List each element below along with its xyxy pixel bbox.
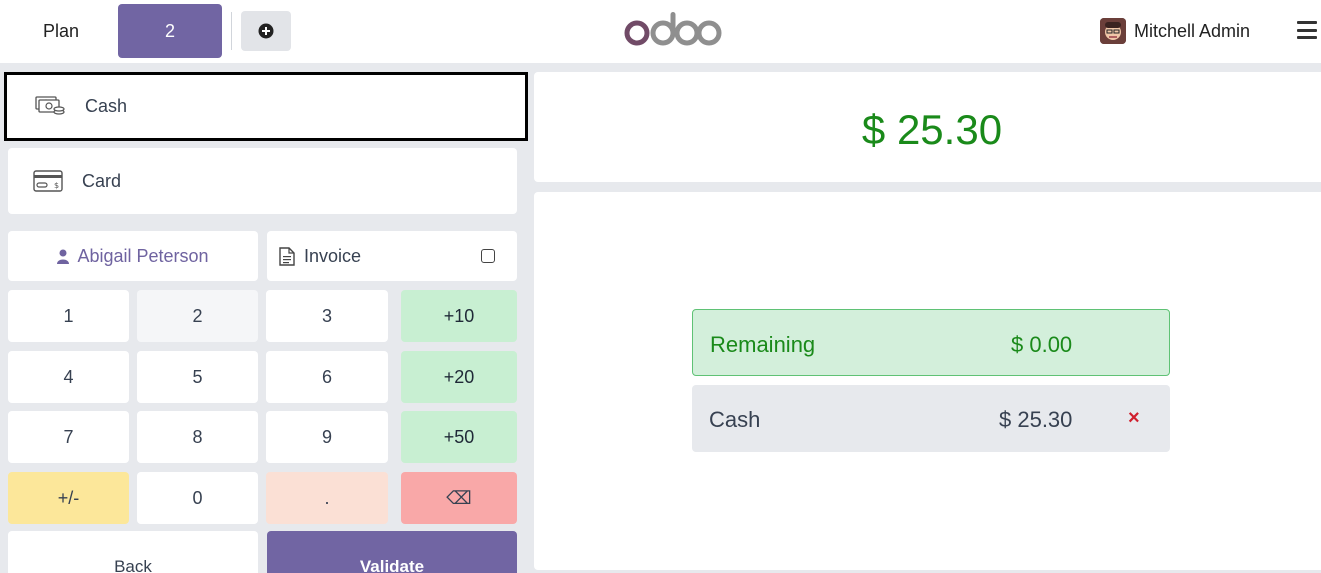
payment-method-card[interactable]: $ Card: [8, 148, 517, 214]
card-icon: $: [33, 170, 63, 192]
customer-name: Abigail Peterson: [77, 245, 209, 266]
remaining-row: Remaining $ 0.00: [692, 309, 1170, 376]
customer-button[interactable]: Abigail Peterson: [8, 231, 258, 281]
payment-method-label: Card: [82, 170, 122, 191]
remaining-value: $ 0.00: [1011, 332, 1073, 357]
user-icon: [57, 249, 70, 264]
numpad-key-6[interactable]: 6: [266, 351, 388, 403]
document-icon: [279, 247, 295, 266]
numpad-key-3[interactable]: 3: [266, 290, 388, 342]
plus-circle-icon: [258, 23, 274, 39]
remaining-label: Remaining: [710, 332, 816, 357]
numpad-key-4[interactable]: 4: [8, 351, 129, 403]
tab-divider: [231, 12, 232, 50]
numpad-key-plus-10[interactable]: +10: [401, 290, 517, 342]
numpad-key-plus-50[interactable]: +50: [401, 411, 517, 463]
backspace-icon[interactable]: ⌫: [401, 472, 517, 524]
numpad-key-8[interactable]: 8: [137, 411, 258, 463]
invoice-checkbox[interactable]: [481, 249, 495, 263]
numpad-key-9[interactable]: 9: [266, 411, 388, 463]
numpad-key-7[interactable]: 7: [8, 411, 129, 463]
payment-method-label: Cash: [85, 96, 128, 116]
payment-lines-panel: [534, 192, 1321, 570]
user-name: Mitchell Admin: [1134, 20, 1251, 41]
avatar: [1100, 18, 1126, 44]
payment-method-cash[interactable]: Cash: [4, 72, 528, 141]
numpad-key-5[interactable]: 5: [137, 351, 258, 403]
payment-line-method: Cash: [709, 407, 761, 432]
back-button[interactable]: Back: [8, 531, 258, 573]
user-menu[interactable]: Mitchell Admin: [1100, 16, 1250, 46]
numpad-key-plus-minus[interactable]: +/-: [8, 472, 129, 524]
invoice-label: Invoice: [304, 246, 362, 266]
plan-button[interactable]: Plan: [20, 4, 102, 58]
svg-text:$: $: [54, 181, 59, 190]
hamburger-menu-icon[interactable]: [1297, 21, 1317, 39]
top-bar: Plan 2 Mitchell Admin: [0, 0, 1321, 63]
invoice-toggle[interactable]: Invoice: [267, 231, 517, 281]
numpad-key-0[interactable]: 0: [137, 472, 258, 524]
odoo-logo: [624, 12, 722, 52]
numpad-key-2[interactable]: 2: [137, 290, 258, 342]
cash-icon: [35, 96, 65, 115]
numpad-key-plus-20[interactable]: +20: [401, 351, 517, 403]
validate-button[interactable]: Validate: [267, 531, 517, 573]
delete-line-icon[interactable]: ×: [1128, 407, 1140, 430]
payment-line-cash[interactable]: Cash $ 25.30 ×: [692, 385, 1170, 452]
order-tab-2[interactable]: 2: [118, 4, 222, 58]
payment-line-amount: $ 25.30: [999, 407, 1073, 432]
numpad-key-decimal[interactable]: .: [266, 472, 388, 524]
numpad-key-1[interactable]: 1: [8, 290, 129, 342]
total-due-amount: $ 25.30: [861, 106, 1003, 153]
new-order-button[interactable]: [241, 11, 291, 51]
